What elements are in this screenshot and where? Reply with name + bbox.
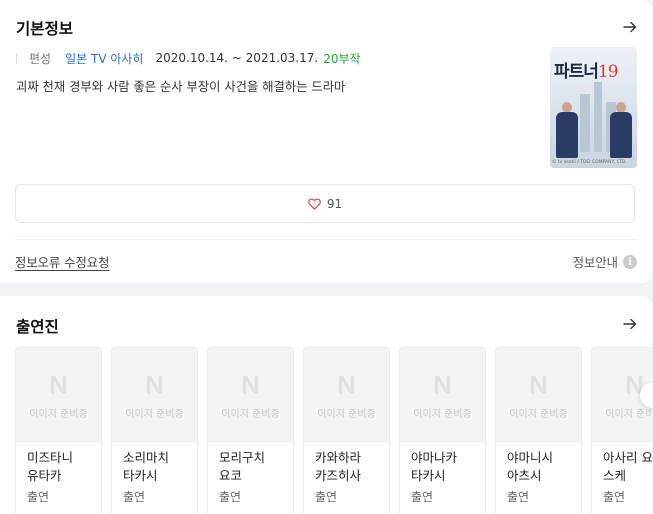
cast-name: 야마나카 타카시 <box>411 450 458 483</box>
episode-count: 20부작 <box>323 51 361 66</box>
meta-divider <box>16 52 17 64</box>
cast-item[interactable]: N 이미지 준비중 야마니시 아츠시출연 <box>495 347 582 514</box>
cast-role: 출연 <box>315 490 338 504</box>
cast-item[interactable]: N 이미지 준비중 모리구치 요코출연 <box>207 347 294 514</box>
poster-title: 파트너19 <box>554 62 619 82</box>
cast-role: 출연 <box>219 490 242 504</box>
cast-card: 출연진 N 이미지 준비중 미즈타니 유타카출연 N 이미지 준비중 소리마치 타카… <box>0 296 652 514</box>
naver-logo-icon: N <box>433 370 452 400</box>
channel-link[interactable]: 일본 TV 아사히 <box>65 50 143 67</box>
divider <box>15 239 637 240</box>
naver-logo-icon: N <box>529 370 548 400</box>
description: 괴짜 천재 경부와 사람 좋은 순사 부장이 사건을 해결하는 드라마 <box>16 80 346 94</box>
cast-item[interactable]: N 이미지 준비중 미즈타니 유타카출연 <box>15 347 102 514</box>
cast-arrow-icon[interactable] <box>622 316 638 332</box>
cast-name: 모리구치 요코 <box>219 450 266 483</box>
cast-item[interactable]: N이미지 준비중 아사리 요 스케출연 <box>591 347 652 514</box>
poster-figure-left <box>556 102 578 158</box>
cast-role: 출연 <box>123 490 146 504</box>
image-placeholder-text: 이미지 준비중 <box>125 409 184 420</box>
cast-role: 출연 <box>27 490 50 504</box>
cast-photo: N 이미지 준비중 <box>207 347 294 442</box>
heart-icon <box>308 197 321 210</box>
like-button[interactable]: 91 <box>15 184 635 223</box>
image-placeholder-text: 이미지 준비중 <box>221 409 280 420</box>
naver-logo-icon: N <box>49 370 68 400</box>
cast-name: 미즈타니 유타카 <box>27 450 74 483</box>
poster-image[interactable]: 파트너19 © tv asahi / TOEI COMPANY, LTD. <box>550 47 637 168</box>
cast-name: 카와하라 카즈히사 <box>315 450 362 483</box>
cast-item[interactable]: N 이미지 준비중 소리마치 타카시출연 <box>111 347 198 514</box>
info-icon: i <box>623 255 637 269</box>
cast-name: 아사리 요 스케 <box>603 450 652 483</box>
image-placeholder-text: 이미지 준비중 <box>29 409 88 420</box>
cast-name: 야마니시 아츠시 <box>507 450 554 483</box>
naver-logo-icon: N <box>145 370 164 400</box>
cast-photo: N 이미지 준비중 <box>495 347 582 442</box>
basic-info-title: 기본정보 <box>16 20 74 38</box>
info-guide-label: 정보안내 <box>572 256 618 270</box>
like-count: 91 <box>326 196 343 211</box>
cast-item[interactable]: N 이미지 준비중 카와하라 카즈히사출연 <box>303 347 390 514</box>
info-guide[interactable]: 정보안내 i <box>573 253 637 271</box>
meta-label: 편성 <box>29 51 52 66</box>
cast-photo: N 이미지 준비중 <box>15 347 102 442</box>
image-placeholder-text: 이미지 준비중 <box>509 409 568 420</box>
broadcast-meta: 편성 일본 TV 아사히 2020.10.14. ~ 2021.03.17. 2… <box>16 50 361 66</box>
naver-logo-icon: N <box>337 370 356 400</box>
cast-photo: N 이미지 준비중 <box>399 347 486 442</box>
cast-list: N 이미지 준비중 미즈타니 유타카 출연 N 이미지 준비중 소리마치 타카시 출연 … <box>15 347 652 514</box>
broadcast-dates: 2020.10.14. ~ 2021.03.17. <box>155 51 319 65</box>
cast-photo: N 이미지 준비중 <box>303 347 390 442</box>
image-placeholder-text: 이미지 준비중 <box>413 409 472 420</box>
poster-figure-right <box>610 102 632 158</box>
image-placeholder-text: 이미지 준비중 <box>317 409 376 420</box>
basic-info-arrow-icon[interactable] <box>622 19 638 35</box>
cast-name: 소리마치 타카시 <box>123 450 170 483</box>
cast-title: 출연진 <box>16 318 59 336</box>
poster-credit: © tv asahi / TOEI COMPANY, LTD. <box>552 160 627 165</box>
report-error-link[interactable]: 정보오류 수정요청 <box>15 253 109 271</box>
cast-photo: N 이미지 준비중 <box>111 347 198 442</box>
naver-logo-icon: N <box>241 370 260 400</box>
cast-item[interactable]: N 이미지 준비중 야마나카 타카시출연 <box>399 347 486 514</box>
basic-info-card: 기본정보 편성 일본 TV 아사히 2020.10.14. ~ 2021.03.… <box>0 0 652 283</box>
cast-role: 출연 <box>411 490 434 504</box>
image-placeholder-text: 이미지 준비중 <box>605 409 652 420</box>
cast-role: 출연 <box>603 490 626 504</box>
cast-role: 출연 <box>507 490 530 504</box>
